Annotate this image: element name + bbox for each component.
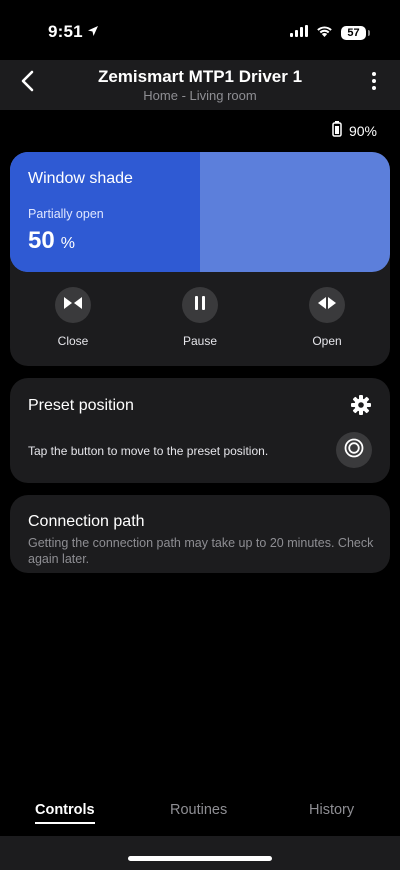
close-control: Close [33, 287, 113, 348]
tab-routines-label: Routines [170, 802, 228, 818]
preset-move-button[interactable] [336, 432, 372, 468]
gear-icon [351, 394, 371, 420]
more-vertical-icon [372, 71, 376, 95]
shade-percent: 50% [28, 227, 75, 255]
preset-position-card: Preset position Tap the button to move t… [10, 378, 390, 483]
tab-routines[interactable]: Routines [170, 802, 227, 818]
tab-controls-label: Controls [35, 802, 95, 818]
bottom-tabs: Controls Routines History [0, 802, 400, 832]
pause-icon [194, 295, 206, 315]
device-battery: 90% [332, 121, 377, 140]
device-battery-level: 90% [348, 122, 377, 139]
page-subtitle: Home - Living room [143, 88, 257, 103]
preset-description: Tap the button to move to the preset pos… [28, 444, 269, 458]
shade-title: Window shade [28, 170, 133, 187]
open-shade-icon [318, 296, 336, 314]
connection-title: Connection path [28, 513, 145, 530]
status-icons: 57 [290, 24, 370, 42]
bottom-safe-area [0, 836, 400, 870]
close-shade-icon [64, 296, 82, 314]
shade-percent-value: 50 [28, 227, 55, 254]
home-indicator[interactable] [128, 856, 272, 861]
window-shade-card: Window shade Partially open 50% Close Pa… [10, 152, 390, 366]
pause-control: Pause [160, 287, 240, 348]
tab-history[interactable]: History [309, 802, 354, 818]
open-label: Open [312, 334, 342, 348]
open-button[interactable] [309, 287, 345, 323]
header: Zemismart MTP1 Driver 1 Home - Living ro… [0, 60, 400, 110]
location-arrow-icon [87, 22, 99, 42]
shade-position-slider[interactable]: Window shade Partially open 50% [10, 152, 390, 272]
phone-battery-indicator: 57 [341, 26, 370, 40]
close-label: Close [57, 334, 89, 348]
cellular-signal-icon [290, 24, 308, 42]
connection-description: Getting the connection path may take up … [28, 536, 374, 566]
pause-button[interactable] [182, 287, 218, 323]
preset-settings-button[interactable] [350, 394, 372, 420]
preset-title: Preset position [28, 397, 134, 414]
close-button[interactable] [55, 287, 91, 323]
status-bar: 9:51 57 [0, 0, 400, 60]
connection-path-card[interactable]: Connection path Getting the connection p… [10, 495, 390, 573]
status-time-group: 9:51 [48, 22, 99, 42]
pause-label: Pause [182, 334, 218, 348]
page-title: Zemismart MTP1 Driver 1 [97, 67, 303, 86]
shade-status: Partially open [28, 207, 104, 221]
status-time: 9:51 [48, 22, 83, 41]
open-control: Open [287, 287, 367, 348]
tab-history-label: History [309, 802, 355, 818]
wifi-icon [316, 24, 333, 42]
active-tab-indicator [35, 822, 95, 824]
more-options-button[interactable] [362, 70, 386, 96]
battery-icon [332, 121, 342, 140]
shade-percent-unit: % [60, 235, 75, 252]
tab-controls[interactable]: Controls [35, 802, 95, 824]
target-icon [344, 438, 364, 463]
